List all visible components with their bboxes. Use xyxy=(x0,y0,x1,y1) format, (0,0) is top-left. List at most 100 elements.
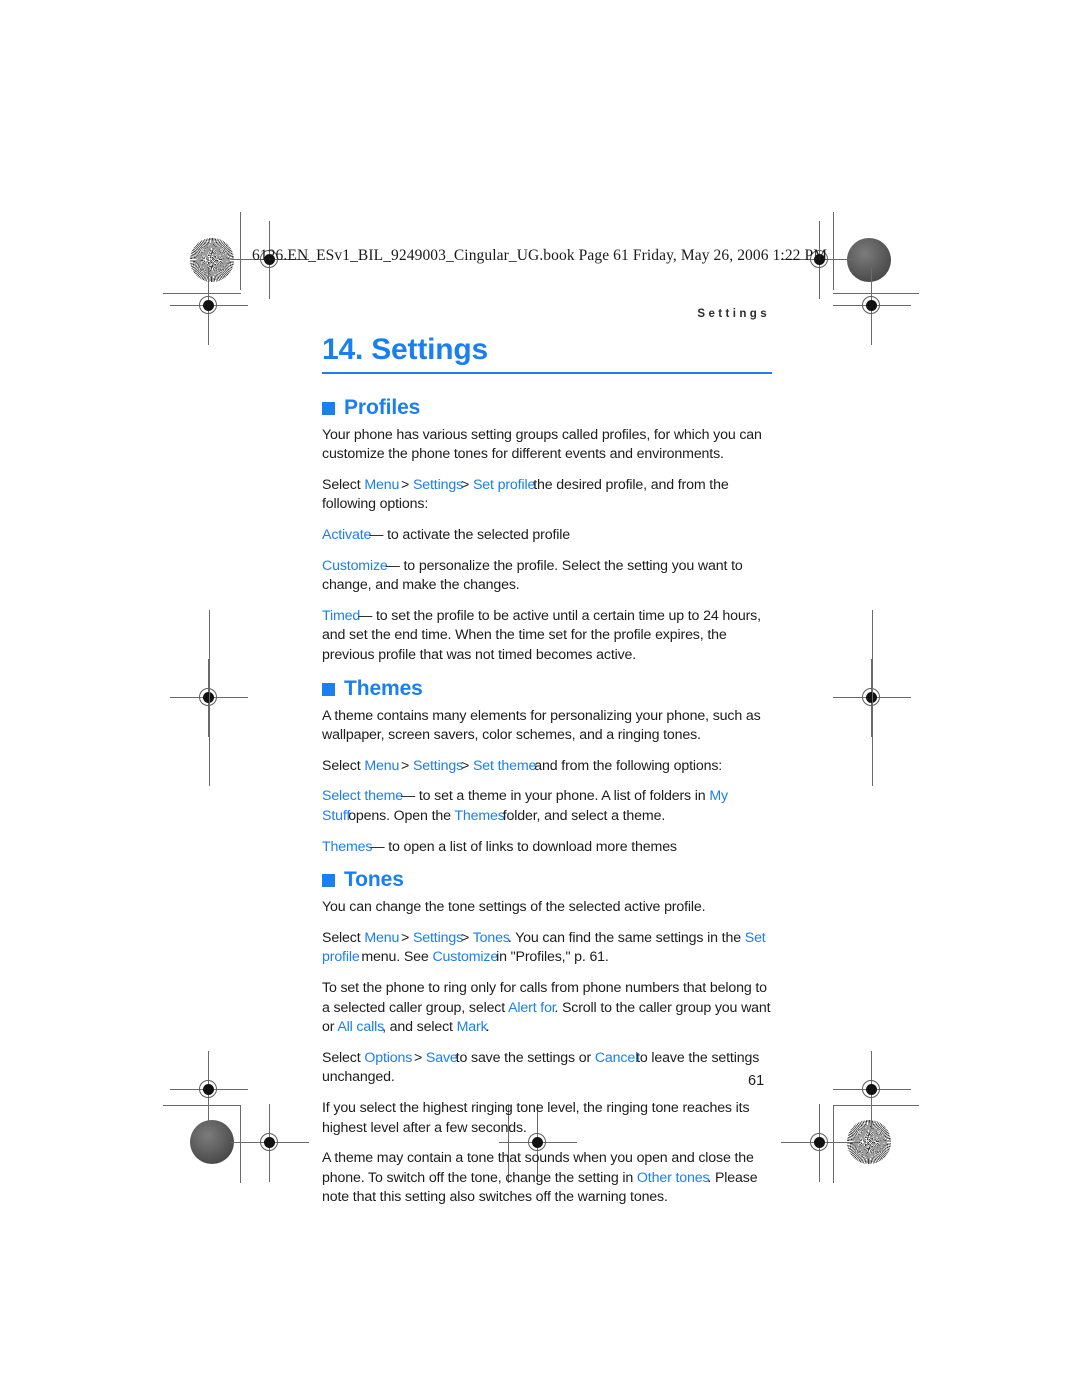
text-run: > xyxy=(461,929,473,946)
paragraph: Select Menu > Settings> Set themeand fro… xyxy=(322,757,772,777)
text-run: and from the following options: xyxy=(534,757,723,774)
ui-term: Menu xyxy=(364,757,400,774)
section-heading-themes: Themes xyxy=(322,677,772,700)
paragraph: To set the phone to ring only for calls … xyxy=(322,979,772,1038)
text-run: > xyxy=(461,757,473,774)
text-run: > xyxy=(397,929,413,946)
text-run: You can change the tone settings of the … xyxy=(322,899,706,916)
trim-line-left-vertical xyxy=(240,212,241,290)
text-run: > xyxy=(397,757,413,774)
trim-line-top-left-horizontal xyxy=(163,293,241,294)
trim-line-left-vertical-bottom xyxy=(240,1105,241,1183)
text-run: to save the settings or xyxy=(455,1049,595,1066)
sections-container: Profiles Your phone has various setting g… xyxy=(322,396,772,1209)
paragraph: Select Menu > Settings> Set profilethe d… xyxy=(322,476,772,515)
text-run: — to set a theme in your phone. A list o… xyxy=(401,788,710,805)
text-run: folder, and select a theme. xyxy=(502,808,666,824)
square-bullet-icon xyxy=(322,874,335,888)
text-run: . You can find the same settings in the xyxy=(507,929,745,946)
text-run: opens. Open the xyxy=(348,808,455,824)
section-title: Profiles xyxy=(344,395,421,419)
registration-target-upper-left-corner xyxy=(170,267,248,345)
paragraph: Your phone has various setting groups ca… xyxy=(322,426,772,465)
text-run: — to open a list of links to download mo… xyxy=(370,838,677,855)
ui-term: Save xyxy=(425,1049,458,1066)
trim-line-left-vertical-mid xyxy=(209,610,210,786)
ui-term: Settings xyxy=(412,476,464,493)
running-header: Settings xyxy=(697,308,770,320)
ui-term: All calls xyxy=(337,1019,385,1036)
text-run: Your phone has various setting groups ca… xyxy=(322,426,762,463)
text-run: — to set the profile to be active until … xyxy=(322,607,761,663)
ui-term: Cancel xyxy=(594,1049,639,1066)
text-run: in "Profiles," p. 61. xyxy=(496,949,609,966)
title-divider xyxy=(322,371,772,374)
registration-target-lower-right-corner xyxy=(833,1051,911,1129)
paragraph: A theme contains many elements for perso… xyxy=(322,707,772,746)
text-run: A theme contains many elements for perso… xyxy=(322,707,761,744)
registration-target-bottom-left xyxy=(231,1104,309,1182)
text-run: If you select the highest ringing tone l… xyxy=(322,1100,750,1136)
text-run: , and select xyxy=(382,1019,457,1036)
registration-target-upper-right-corner xyxy=(833,267,911,345)
ui-term: Customize xyxy=(322,557,388,574)
ui-term: Set theme xyxy=(472,757,537,774)
paragraph: Customize— to personalize the profile. S… xyxy=(322,557,772,596)
paragraph: You can change the tone settings of the … xyxy=(322,898,772,918)
ui-term: Alert for xyxy=(508,999,557,1016)
paragraph: Timed— to set the profile to be active u… xyxy=(322,607,772,666)
text-run: — to personalize the profile. Select the… xyxy=(322,557,743,594)
page-number: 61 xyxy=(748,1073,765,1089)
trim-line-right-vertical-top xyxy=(833,212,834,290)
paragraph: Select theme— to set a theme in your pho… xyxy=(322,787,772,826)
ui-term: Menu xyxy=(364,476,400,493)
ui-term: Menu xyxy=(364,929,400,946)
ui-term: Select theme xyxy=(322,788,404,805)
ui-term: Themes xyxy=(322,838,373,855)
ui-term: Timed xyxy=(322,607,361,624)
paragraph: Select Options > Saveto save the setting… xyxy=(322,1049,772,1088)
ui-term: Other tones xyxy=(636,1169,710,1186)
text-run: Select xyxy=(322,929,365,946)
trim-line-right-vertical-bottom xyxy=(833,1105,834,1183)
print-file-header: 6126.EN_ESv1_BIL_9249003_Cingular_UG.boo… xyxy=(252,247,828,264)
trim-line-right-vertical-mid xyxy=(872,610,873,786)
paragraph: A theme may contain a tone that sounds w… xyxy=(322,1149,772,1208)
text-run: . xyxy=(485,1019,490,1036)
text-run: Select xyxy=(322,476,365,493)
ui-term: Options xyxy=(364,1049,413,1066)
section-title: Tones xyxy=(344,868,404,892)
page-content: 14. Settings Profiles Your phone has vari… xyxy=(322,334,772,1219)
ui-term: Mark xyxy=(456,1019,488,1036)
registration-target-bottom-right xyxy=(781,1104,859,1182)
paragraph: Activate— to activate the selected profi… xyxy=(322,526,772,546)
ui-term: Tones xyxy=(472,929,510,946)
ui-term: Set profile xyxy=(472,476,536,493)
square-bullet-icon xyxy=(322,401,335,415)
text-run: > xyxy=(461,476,473,493)
paragraph: If you select the highest ringing tone l… xyxy=(322,1099,772,1138)
paragraph: Select Menu > Settings> Tones. You can f… xyxy=(322,929,772,968)
text-run: — to activate the selected profile xyxy=(369,526,571,543)
page-title: 14. Settings xyxy=(322,333,488,366)
section-heading-profiles: Profiles xyxy=(322,396,772,419)
text-run: > xyxy=(397,476,413,493)
trim-line-bottom-left-horizontal xyxy=(163,1105,241,1106)
text-run: > xyxy=(410,1049,426,1066)
registration-target-lower-left-corner xyxy=(170,1051,248,1129)
ui-term: Customize xyxy=(432,949,499,966)
starburst-registration-mark-top-left xyxy=(190,238,234,282)
ui-term: Settings xyxy=(412,757,464,774)
ui-term: Themes xyxy=(454,808,505,824)
text-run: Select xyxy=(322,757,365,774)
section-heading-tones: Tones xyxy=(322,868,772,891)
document-page: 6126.EN_ESv1_BIL_9249003_Cingular_UG.boo… xyxy=(0,0,1080,1397)
trim-line-bottom-right-horizontal xyxy=(833,1105,919,1106)
density-patch-top-right xyxy=(847,238,891,282)
paragraph: Themes— to open a list of links to downl… xyxy=(322,838,772,858)
ui-term: Activate xyxy=(322,526,372,543)
text-run: menu. See xyxy=(357,949,433,966)
square-bullet-icon xyxy=(322,682,335,696)
trim-line-top-right-horizontal xyxy=(833,293,919,294)
section-title: Themes xyxy=(344,676,423,700)
